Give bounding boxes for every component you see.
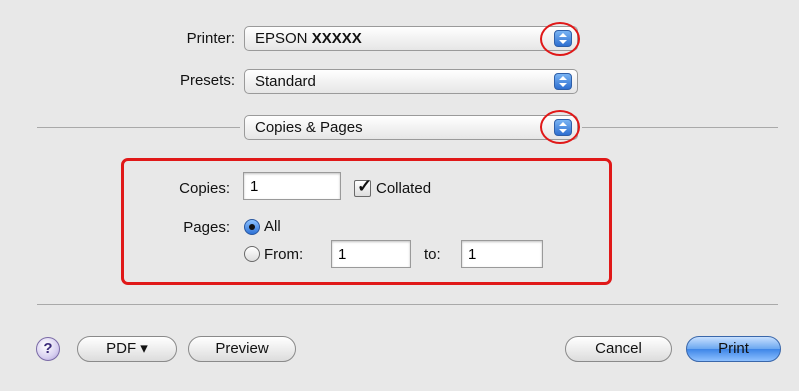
presets-stepper-icon [554,73,572,90]
pages-all-label: All [264,218,281,235]
copies-input[interactable] [243,172,341,200]
pages-from-input[interactable] [331,240,411,268]
cancel-button[interactable]: Cancel [565,336,672,362]
separator-left [37,127,240,128]
pages-from-label: From: [264,246,304,263]
bottom-separator [37,304,778,305]
print-button[interactable]: Print [686,336,781,362]
pages-all-radio[interactable] [244,219,260,235]
printer-label: Printer: [186,30,235,47]
presets-value: Standard [255,73,316,90]
checkmark-icon: ✓ [357,176,373,196]
panel-popup[interactable]: Copies & Pages [244,115,578,140]
presets-popup[interactable]: Standard [244,69,578,94]
separator-right [582,127,778,128]
pages-from-radio[interactable] [244,246,260,262]
pages-to-input[interactable] [461,240,543,268]
printer-value: EPSON XXXXX [255,30,362,47]
help-button[interactable]: ? [36,337,60,361]
pages-label: Pages: [183,219,230,236]
collated-checkbox[interactable]: ✓ [354,176,372,197]
printer-popup[interactable]: EPSON XXXXX [244,26,578,51]
panel-value: Copies & Pages [255,119,363,136]
collated-label: Collated [376,180,432,197]
panel-highlight-circle [540,110,580,144]
copies-label: Copies: [179,180,230,197]
preview-button[interactable]: Preview [188,336,296,362]
presets-label: Presets: [179,72,235,89]
pages-to-label: to: [424,246,441,263]
pdf-button[interactable]: PDF ▾ [77,336,177,362]
printer-highlight-circle [540,22,580,56]
